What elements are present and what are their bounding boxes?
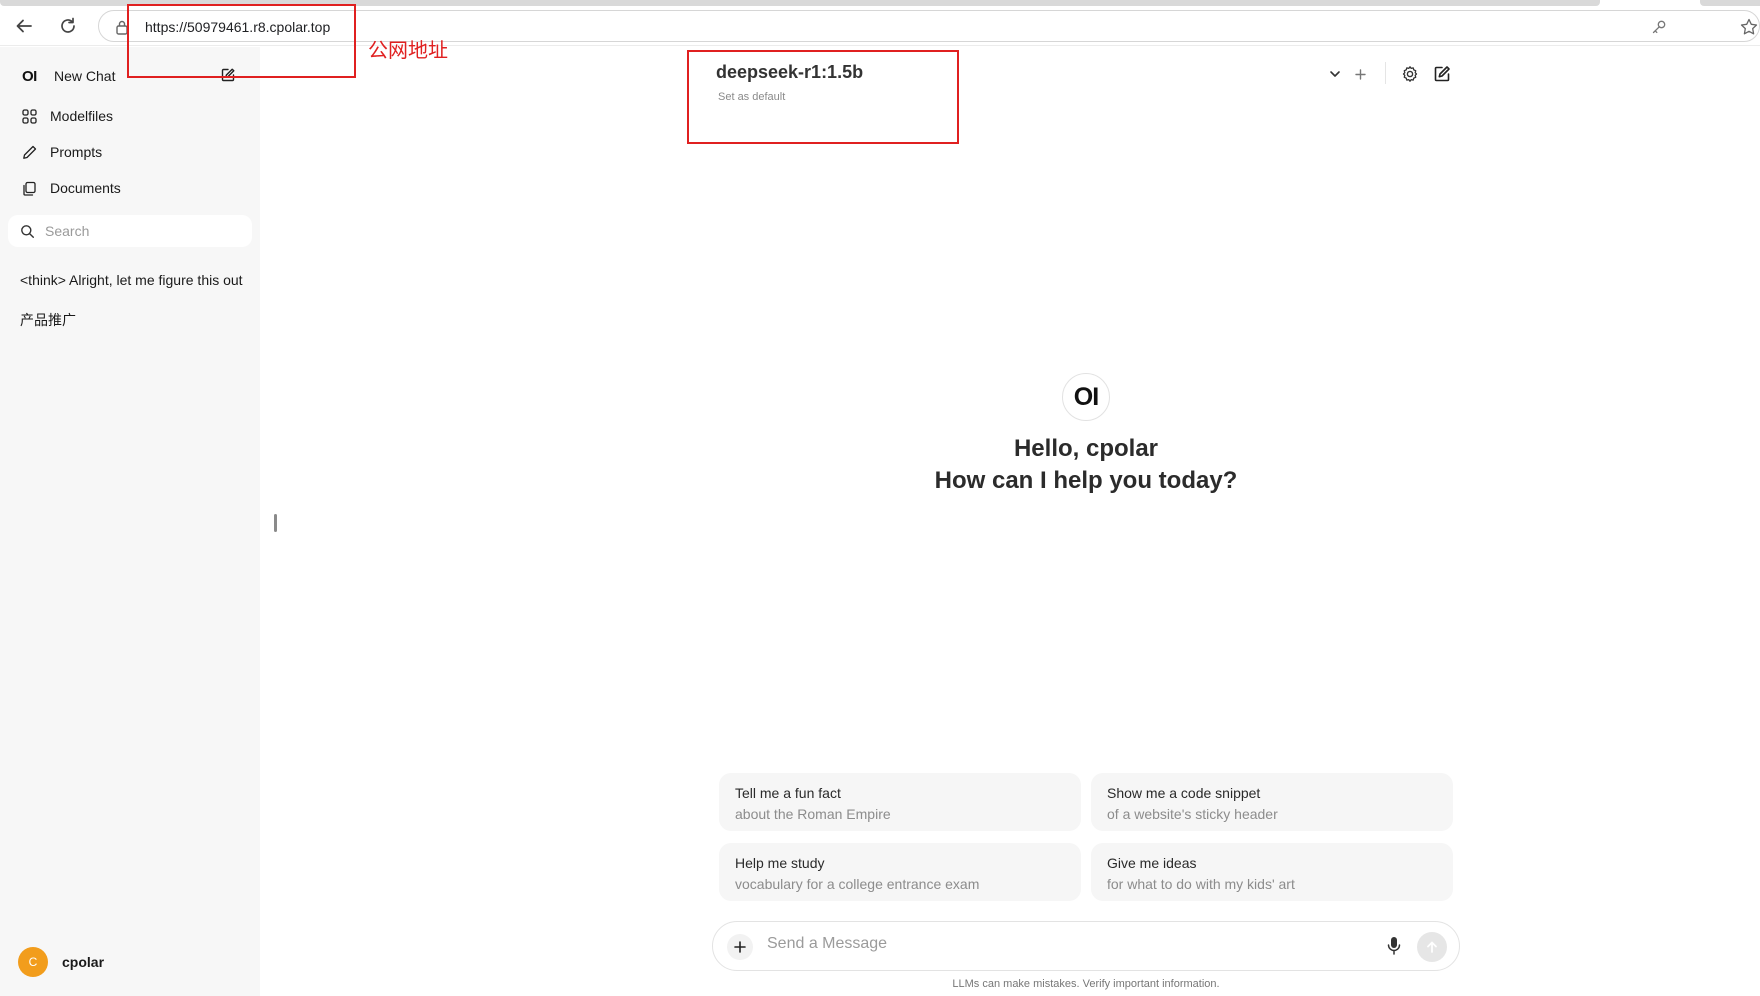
new-chat-label: New Chat [54, 68, 116, 84]
avatar: C [18, 947, 48, 977]
pencil-icon [22, 145, 44, 160]
attach-button[interactable] [727, 934, 753, 960]
suggestion-card[interactable]: Help me study vocabulary for a college e… [719, 843, 1081, 901]
header-divider [1385, 62, 1386, 84]
new-chat-header-button[interactable] [1430, 62, 1454, 86]
chat-history-title: <think> Alright, let me figure this out [20, 272, 243, 288]
add-model-button[interactable] [1348, 62, 1372, 86]
sidebar-item-modelfiles[interactable]: Modelfiles [12, 101, 248, 131]
send-button[interactable] [1417, 932, 1447, 962]
suggestion-card[interactable]: Give me ideas for what to do with my kid… [1091, 843, 1453, 901]
annotation-label: 公网地址 [368, 38, 448, 62]
chat-history-title: 产品推广 [20, 312, 76, 328]
model-dropdown-button[interactable] [1323, 62, 1347, 86]
user-menu[interactable]: C cpolar [18, 942, 104, 982]
sidebar-item-prompts[interactable]: Prompts [12, 137, 248, 167]
greeting-title: Hello, cpolar [1013, 435, 1159, 462]
plus-icon [1354, 68, 1366, 80]
openwebui-logo: OI [22, 67, 37, 85]
suggestion-subtitle: about the Roman Empire [735, 806, 891, 822]
sidebar: OI New Chat Modelfiles Prompts Documents… [0, 47, 260, 996]
microphone-icon[interactable] [1385, 935, 1403, 962]
sidebar-item-documents[interactable]: Documents [12, 173, 248, 203]
disclaimer-text: LLMs can make mistakes. Verify important… [952, 978, 1220, 990]
settings-button[interactable] [1398, 62, 1422, 86]
key-icon[interactable] [1651, 19, 1667, 40]
sidebar-item-label: Prompts [50, 144, 103, 160]
annotation-model-box [687, 50, 959, 144]
message-input[interactable] [767, 935, 1347, 953]
sidebar-item-label: Documents [50, 180, 121, 196]
arrow-left-icon [16, 19, 32, 33]
reload-icon [61, 17, 75, 33]
reload-button[interactable] [53, 12, 83, 40]
suggestion-subtitle: vocabulary for a college entrance exam [735, 876, 980, 892]
user-name: cpolar [62, 954, 105, 970]
chevron-down-icon [1330, 71, 1340, 77]
suggestion-title: Give me ideas [1107, 855, 1197, 871]
arrow-up-icon [1427, 941, 1437, 953]
suggestion-card[interactable]: Tell me a fun fact about the Roman Empir… [719, 773, 1081, 831]
sidebar-item-label: Modelfiles [50, 108, 114, 124]
grid-icon [22, 108, 44, 124]
copy-icon [22, 181, 44, 196]
search-box[interactable] [8, 215, 252, 247]
chat-history-item[interactable]: <think> Alright, let me figure this out [12, 265, 244, 295]
plus-icon [734, 941, 746, 953]
suggestion-title: Show me a code snippet [1107, 785, 1261, 801]
search-icon [20, 224, 35, 239]
bookmark-star-icon[interactable] [1739, 17, 1759, 42]
suggestion-subtitle: for what to do with my kids' art [1107, 876, 1295, 892]
search-input[interactable] [45, 223, 235, 239]
message-composer [712, 921, 1460, 971]
suggestion-title: Tell me a fun fact [735, 785, 841, 801]
greeting-subtitle: How can I help you today? [934, 467, 1238, 494]
edit-icon [1434, 66, 1450, 82]
back-button[interactable] [9, 12, 39, 40]
annotation-url-box [127, 4, 356, 78]
suggestion-card[interactable]: Show me a code snippet of a website's st… [1091, 773, 1453, 831]
openwebui-logo-large: OI [1062, 373, 1110, 421]
chat-history-item[interactable]: 产品推广 [12, 305, 244, 335]
suggestion-subtitle: of a website's sticky header [1107, 806, 1278, 822]
gear-icon [1402, 66, 1418, 82]
sidebar-toggle-handle[interactable] [274, 514, 277, 532]
suggestion-title: Help me study [735, 855, 825, 871]
